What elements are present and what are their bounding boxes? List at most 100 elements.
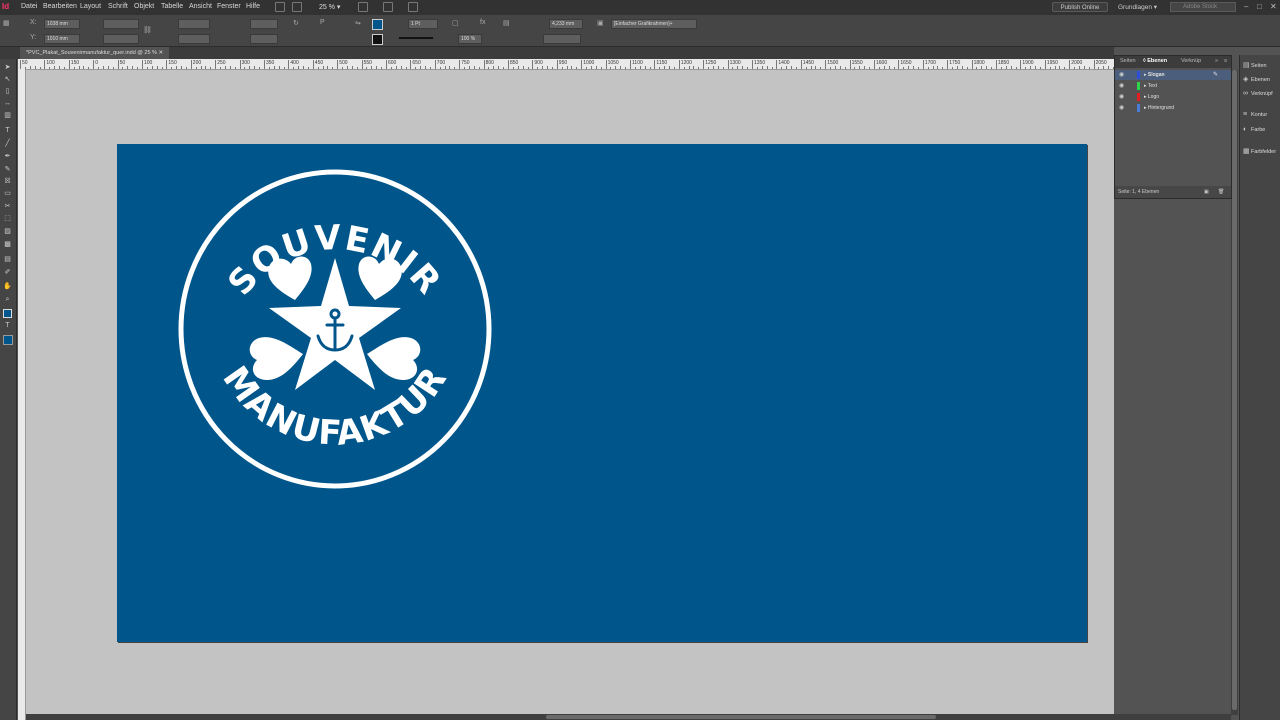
panel-menu-icon[interactable]: ≡: [1224, 58, 1227, 64]
stroke-swatch[interactable]: [372, 34, 383, 45]
direct-selection-tool-icon[interactable]: ↖: [2, 75, 13, 84]
layer-row[interactable]: ◉ ▸ Hintergrund: [1115, 103, 1231, 113]
free-transform-tool-icon[interactable]: ⬚: [2, 214, 13, 223]
formatting-affects-icon[interactable]: T: [2, 321, 13, 330]
vertical-scroll-thumb[interactable]: [1232, 70, 1237, 710]
souvenir-manufaktur-logo[interactable]: SOUVENIR MANUFAKTUR: [177, 168, 493, 490]
eye-icon[interactable]: ◉: [1119, 103, 1124, 113]
menu-layout[interactable]: Layout: [80, 3, 101, 10]
screen-mode-icon[interactable]: [383, 2, 393, 12]
rotate-icon[interactable]: ↻: [293, 19, 299, 27]
menu-datei[interactable]: Datei: [21, 3, 37, 10]
fill-color-icon[interactable]: [3, 309, 12, 318]
zoom-tool-icon[interactable]: ⌕: [2, 295, 13, 304]
dock-ebenen[interactable]: ◈ Ebenen: [1243, 75, 1270, 83]
gradient-feather-tool-icon[interactable]: ▩: [2, 240, 13, 249]
menu-hilfe[interactable]: Hilfe: [246, 3, 260, 10]
scissors-tool-icon[interactable]: ✂: [2, 202, 13, 211]
measure-field[interactable]: 4,233 mm: [549, 19, 583, 29]
horizontal-scrollbar[interactable]: [26, 714, 1231, 720]
close-icon[interactable]: ✕: [1270, 2, 1277, 11]
menu-objekt[interactable]: Objekt: [134, 3, 154, 10]
fill-swatch[interactable]: [372, 19, 383, 30]
opacity-field[interactable]: 100 %: [458, 34, 482, 44]
maximize-icon[interactable]: □: [1257, 2, 1262, 11]
dock-farbe[interactable]: ◐ Farbe: [1243, 126, 1265, 133]
trash-icon[interactable]: 🗑: [1218, 186, 1224, 198]
rectangle-tool-icon[interactable]: ▭: [2, 189, 13, 198]
dock-farbfelder[interactable]: ▦Farbfelder: [1243, 147, 1276, 155]
vertical-scrollbar[interactable]: [1231, 70, 1238, 715]
arrange-documents-icon[interactable]: [408, 2, 418, 12]
selection-tool-icon[interactable]: ➤: [2, 63, 13, 72]
swatch-select[interactable]: [543, 34, 581, 44]
document-tab[interactable]: *PVC_Plakat_Souvenirmanufaktur_quer.indd…: [20, 47, 170, 59]
pen-tool-icon[interactable]: ✒: [2, 152, 13, 161]
menu-ansicht[interactable]: Ansicht: [189, 3, 212, 10]
stroke-type-preview[interactable]: [399, 37, 433, 39]
type-tool-icon[interactable]: T: [2, 126, 13, 135]
apply-color-icon[interactable]: [3, 335, 13, 345]
fx-icon[interactable]: fx: [480, 19, 485, 26]
corner-options-icon[interactable]: ▢: [452, 19, 459, 27]
menu-tabelle[interactable]: Tabelle: [161, 3, 183, 10]
new-layer-icon[interactable]: ▣: [1204, 186, 1209, 198]
eyedropper-tool-icon[interactable]: ✐: [2, 268, 13, 277]
pencil-tool-icon[interactable]: ✎: [2, 165, 13, 174]
page-tool-icon[interactable]: ▯: [2, 87, 13, 96]
ruler-minor-tick: [464, 67, 466, 69]
zoom-select[interactable]: 25 % ▾: [319, 3, 340, 11]
layer-row[interactable]: ◉ ▸ Slogan ✎: [1115, 70, 1231, 80]
minimize-icon[interactable]: –: [1244, 2, 1248, 11]
tab-verknuepfungen[interactable]: Verknüp: [1181, 58, 1201, 64]
align-icon[interactable]: ▤: [503, 19, 510, 27]
search-stock-input[interactable]: Adobe Stock: [1170, 2, 1236, 12]
constrain-proportions-icon[interactable]: ⛓: [143, 26, 152, 34]
panel-collapse-icon[interactable]: »: [1215, 58, 1218, 64]
workspace-switcher[interactable]: Grundlagen ▾: [1118, 3, 1157, 11]
dock-kontur[interactable]: ≡ Kontur: [1243, 111, 1267, 118]
view-options-icon[interactable]: [358, 2, 368, 12]
hand-tool-icon[interactable]: ✋: [2, 282, 13, 291]
x-position-field[interactable]: 1038 mm: [44, 19, 80, 29]
object-style-select[interactable]: [Einfacher Grafikrahmen]+: [611, 19, 697, 29]
eye-icon[interactable]: ◉: [1119, 92, 1124, 102]
publish-online-button[interactable]: Publish Online: [1052, 2, 1108, 12]
menu-fenster[interactable]: Fenster: [217, 3, 241, 10]
reference-point-icon[interactable]: ▦: [3, 19, 10, 27]
scale-y-field[interactable]: [178, 34, 210, 44]
dock-seiten[interactable]: ▤Seiten: [1243, 61, 1267, 69]
content-collector-icon[interactable]: ▥: [2, 111, 13, 120]
y-position-field[interactable]: 1010 mm: [44, 34, 80, 44]
note-tool-icon[interactable]: ▤: [2, 255, 13, 264]
shear-field[interactable]: [250, 34, 278, 44]
menu-schrift[interactable]: Schrift: [108, 3, 128, 10]
eye-icon[interactable]: ◉: [1119, 81, 1124, 91]
tab-ebenen[interactable]: ◊ Ebenen: [1143, 58, 1167, 64]
layer-row[interactable]: ◉ ▸ Logo: [1115, 92, 1231, 102]
stroke-weight-field[interactable]: 1 Pt: [408, 19, 438, 29]
rotation-field[interactable]: [250, 19, 278, 29]
dock-verknuepfungen[interactable]: ∞ Verknüpf: [1243, 90, 1273, 97]
bridge-icon[interactable]: [275, 2, 285, 12]
horizontal-ruler[interactable]: 50 100 150 0 50 100 150 200 250 300 350 400 450 500 55…: [18, 59, 1114, 70]
stock-icon[interactable]: [292, 2, 302, 12]
ruler-minor-tick: [366, 67, 368, 69]
text-frame-icon[interactable]: P: [320, 19, 325, 26]
height-field[interactable]: [103, 34, 139, 44]
rectangle-frame-tool-icon[interactable]: ☒: [2, 177, 13, 186]
object-style-icon[interactable]: ▣: [597, 19, 604, 27]
tab-close-icon[interactable]: ✕: [158, 50, 163, 56]
eye-icon[interactable]: ◉: [1119, 70, 1124, 80]
tab-seiten[interactable]: Seiten: [1120, 58, 1136, 64]
gap-tool-icon[interactable]: ↔: [2, 99, 13, 108]
line-tool-icon[interactable]: ╱: [2, 139, 13, 148]
width-field[interactable]: [103, 19, 139, 29]
flip-icon[interactable]: ⇋: [355, 19, 361, 27]
menu-bearbeiten[interactable]: Bearbeiten: [43, 3, 77, 10]
gradient-tool-icon[interactable]: ▨: [2, 227, 13, 236]
horizontal-scroll-thumb[interactable]: [546, 715, 936, 719]
scale-x-field[interactable]: [178, 19, 210, 29]
vertical-ruler[interactable]: [18, 69, 26, 720]
layer-row[interactable]: ◉ ▸ Text: [1115, 81, 1231, 91]
